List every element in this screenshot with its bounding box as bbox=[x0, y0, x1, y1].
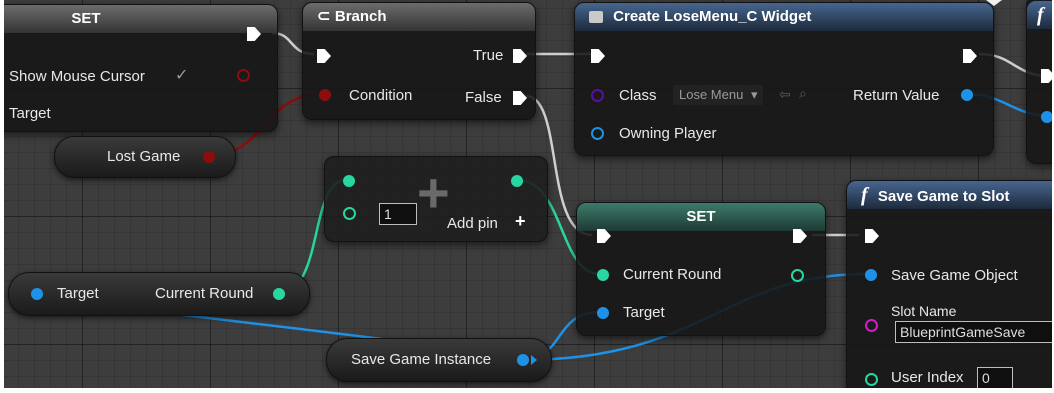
node-title: SET bbox=[4, 5, 277, 33]
exec-in-pin[interactable] bbox=[1041, 69, 1052, 83]
get-current-round-node[interactable]: Target Current Round bbox=[8, 272, 310, 316]
pin-arrow bbox=[531, 355, 537, 365]
current-round-label: Current Round bbox=[155, 285, 254, 302]
lost-game-out-pin[interactable] bbox=[203, 151, 215, 163]
add-in-pin-a[interactable] bbox=[343, 175, 355, 187]
browse-search-icon[interactable]: ⌕ bbox=[799, 85, 807, 102]
node-title: Save Game to Slot bbox=[877, 188, 1010, 205]
owning-player-in-pin[interactable] bbox=[591, 127, 604, 140]
class-label: Class bbox=[619, 87, 657, 104]
function-icon: f bbox=[1037, 4, 1044, 26]
lost-game-label: Lost Game bbox=[107, 148, 181, 165]
exec-out-pin[interactable] bbox=[793, 229, 807, 243]
current-round-in-pin[interactable] bbox=[597, 269, 609, 281]
false-exec-out-pin[interactable] bbox=[513, 91, 527, 105]
blueprint-graph-canvas[interactable]: SET Show Mouse Cursor ✓ Target Lost Game… bbox=[4, 0, 1052, 388]
node-title: SET bbox=[577, 203, 825, 231]
user-index-input[interactable]: 0 bbox=[977, 367, 1013, 388]
owning-player-label: Owning Player bbox=[619, 125, 717, 142]
show-mouse-cursor-label: Show Mouse Cursor bbox=[9, 68, 145, 85]
node-title-row: ⊂ Branch bbox=[303, 3, 535, 31]
save-game-object-label: Save Game Object bbox=[891, 267, 1018, 284]
condition-label: Condition bbox=[349, 87, 413, 104]
add-pin-plus-icon[interactable]: + bbox=[515, 211, 526, 232]
user-index-label: User Index bbox=[891, 369, 964, 386]
target-label: Target bbox=[9, 105, 51, 122]
exec-out-pin[interactable] bbox=[963, 49, 977, 63]
node-title-row: f Save Game to Slot bbox=[847, 181, 1052, 209]
save-game-object-in-pin[interactable] bbox=[865, 269, 877, 281]
add-node-plus-icon: + bbox=[417, 161, 450, 224]
class-dropdown[interactable]: Lose Menu ▾ bbox=[673, 85, 764, 105]
set-show-mouse-cursor-node[interactable]: SET Show Mouse Cursor ✓ Target bbox=[4, 4, 278, 132]
current-round-out-pin[interactable] bbox=[791, 269, 804, 282]
target-in-pin[interactable] bbox=[31, 288, 43, 300]
condition-in-pin[interactable] bbox=[319, 89, 331, 101]
show-mouse-cursor-out-pin[interactable] bbox=[237, 69, 250, 82]
save-game-instance-out-pin[interactable] bbox=[517, 354, 529, 366]
save-game-instance-label: Save Game Instance bbox=[351, 351, 492, 368]
set-current-round-node[interactable]: SET Current Round Target bbox=[576, 202, 826, 336]
exec-in-pin[interactable] bbox=[865, 229, 879, 243]
return-value-out-pin[interactable] bbox=[961, 89, 973, 101]
current-round-label: Current Round bbox=[623, 266, 722, 283]
node-title-row: f bbox=[1027, 1, 1052, 29]
add-out-pin[interactable] bbox=[511, 175, 523, 187]
widget-icon bbox=[589, 11, 603, 24]
class-in-pin[interactable] bbox=[591, 89, 604, 102]
node-title: Create LoseMenu_C Widget bbox=[613, 8, 812, 25]
function-icon: f bbox=[861, 184, 868, 206]
show-mouse-cursor-checkbox[interactable]: ✓ bbox=[175, 65, 188, 85]
partial-function-node[interactable]: f bbox=[1026, 0, 1052, 164]
class-dropdown-value: Lose Menu bbox=[679, 87, 744, 102]
target-label: Target bbox=[623, 304, 665, 321]
lost-game-variable-node[interactable]: Lost Game bbox=[54, 136, 236, 178]
target-label: Target bbox=[57, 285, 99, 302]
true-label: True bbox=[473, 47, 504, 64]
target-in-pin[interactable] bbox=[597, 307, 609, 319]
current-round-out-pin[interactable] bbox=[273, 288, 285, 300]
add-in-pin-b[interactable] bbox=[343, 207, 356, 220]
false-label: False bbox=[465, 89, 502, 106]
branch-node[interactable]: ⊂ Branch Condition True False bbox=[302, 2, 536, 120]
exec-in-pin[interactable] bbox=[597, 229, 611, 243]
object-in-pin[interactable] bbox=[1041, 111, 1052, 123]
exec-in-pin[interactable] bbox=[317, 49, 331, 63]
user-index-in-pin[interactable] bbox=[865, 373, 878, 386]
true-exec-out-pin[interactable] bbox=[513, 49, 527, 63]
save-game-to-slot-node[interactable]: f Save Game to Slot Save Game Object Slo… bbox=[846, 180, 1052, 388]
chevron-down-icon: ▾ bbox=[750, 87, 758, 102]
slot-name-label: Slot Name bbox=[891, 303, 957, 319]
node-title-row: Create LoseMenu_C Widget bbox=[575, 3, 993, 31]
add-pin-b-value-input[interactable]: 1 bbox=[379, 203, 417, 225]
add-node[interactable]: + 1 Add pin + bbox=[324, 156, 548, 242]
node-title: Branch bbox=[334, 8, 387, 25]
create-widget-node[interactable]: Create LoseMenu_C Widget Class Lose Menu… bbox=[574, 2, 994, 156]
slot-name-in-pin[interactable] bbox=[865, 319, 878, 332]
branch-icon: ⊂ bbox=[317, 8, 335, 25]
save-game-instance-variable-node[interactable]: Save Game Instance bbox=[326, 338, 552, 382]
exec-in-pin[interactable] bbox=[591, 49, 605, 63]
use-selected-arrow-icon[interactable]: ⇦ bbox=[779, 86, 791, 103]
slot-name-input[interactable]: BlueprintGameSave bbox=[895, 321, 1052, 343]
add-pin-label[interactable]: Add pin bbox=[447, 215, 498, 232]
return-value-label: Return Value bbox=[853, 87, 940, 104]
